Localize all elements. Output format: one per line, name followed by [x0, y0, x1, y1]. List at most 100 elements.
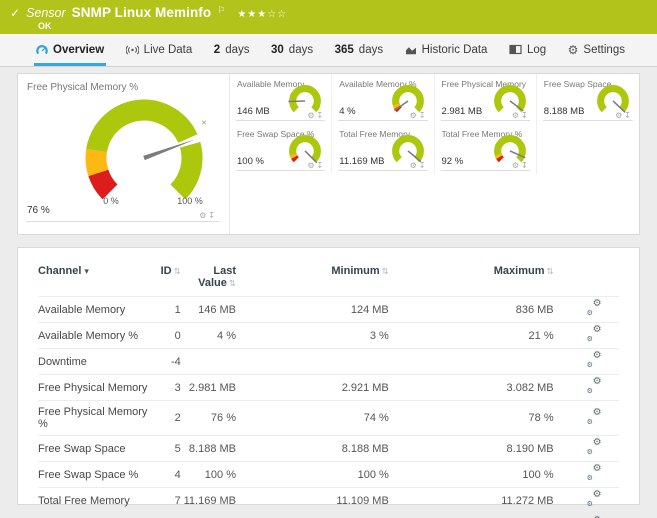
channel-last-value: 4 % [180, 322, 236, 349]
priority-stars[interactable]: ★★★☆☆ [237, 9, 287, 20]
channel-id: 4 [148, 461, 181, 488]
channel-name: Available Memory [38, 296, 149, 323]
download-icon[interactable]: ↧ [317, 161, 326, 170]
divider [338, 170, 428, 171]
channel-gear-icon[interactable]: ⚙ [512, 111, 521, 120]
gauge-needle [288, 100, 306, 103]
channel-name: Free Physical Memory % [38, 400, 149, 436]
channel-last-value [180, 348, 236, 375]
channel-actions-cell: ⚙⚙ [553, 435, 619, 462]
mini-gauge-tile: Total Free Memory 11.169 MB ⚙↧ [332, 124, 435, 174]
column-header-id[interactable]: ID ⇅ [149, 262, 181, 297]
channel-maximum: 11.272 MB [388, 487, 554, 514]
divider [26, 221, 219, 222]
channel-id: 5 [148, 435, 181, 462]
sensor-header: ✓ Sensor SNMP Linux Meminfo ⚐ ★★★☆☆ OK [0, 0, 657, 34]
tab-number: 365 [334, 43, 354, 56]
object-type-label: Sensor [26, 6, 66, 20]
channel-settings-icon[interactable]: ⚙ ⚙ [587, 298, 602, 317]
channel-gear-icon[interactable]: ⚙ [199, 211, 208, 220]
download-icon[interactable]: ↧ [419, 161, 428, 170]
channel-name: Free Swap Space % [38, 461, 149, 488]
channel-last-value: 8.188 MB [180, 435, 236, 462]
channel-actions-cell: ⚙⚙ [553, 374, 619, 401]
channel-maximum: 93 % [388, 513, 554, 518]
column-header-minimum[interactable]: Minimum ⇅ [236, 262, 389, 297]
channel-name: Total Free Memory % [38, 513, 149, 518]
channel-actions-cell: ⚙⚙ [553, 487, 619, 514]
tab-2-days[interactable]: 2 days [212, 34, 252, 66]
tab-settings[interactable]: ⚙ Settings [566, 34, 627, 66]
download-icon[interactable]: ↧ [521, 111, 530, 120]
flag-icon[interactable]: ⚐ [217, 5, 225, 16]
tab-historic-data[interactable]: Historic Data [403, 34, 490, 66]
tab-label: Overview [53, 43, 105, 56]
channel-last-value: 2.981 MB [180, 374, 236, 401]
channel-id: 2 [148, 400, 181, 436]
column-header-channel[interactable]: Channel ▾ [38, 262, 149, 297]
table-row: Free Swap Space % 4 100 % 100 % 100 % ⚙ ⚙ [38, 461, 619, 488]
sort-icon: ⇅ [381, 266, 389, 276]
channel-actions-cell: ⚙⚙ [553, 296, 619, 323]
channel-settings-icon[interactable]: ⚙ ⚙ [587, 376, 602, 395]
channel-id: 1 [148, 296, 181, 323]
tab-live-data[interactable]: Live Data [124, 34, 195, 66]
mini-gauge-grid: Available Memory 146 MB ⚙↧ Available Mem… [230, 74, 639, 234]
divider [338, 120, 428, 121]
gear-icon: ⚙ [567, 42, 579, 57]
tab-log[interactable]: Log [507, 34, 548, 66]
tab-365-days[interactable]: 365 days [333, 34, 385, 66]
main-gauge-value: 76 % [27, 205, 50, 216]
table-row: Total Free Memory % 6 92 % 92 % 93 % ⚙⚙ [38, 513, 619, 518]
channel-settings-icon[interactable]: ⚙ ⚙ [587, 437, 602, 456]
channel-name: Total Free Memory [38, 487, 149, 514]
tab-overview[interactable]: Overview [34, 34, 107, 66]
channel-gear-icon[interactable]: ⚙ [512, 161, 521, 170]
channel-settings-icon[interactable]: ⚙ ⚙ [587, 407, 602, 426]
mini-gauge-value: 11.169 MB [339, 156, 385, 167]
tab-label: days [225, 43, 250, 56]
channel-settings-icon[interactable]: ⚙ ⚙ [587, 463, 602, 482]
gauge-segment-yellow [85, 148, 109, 177]
tile-actions: ⚙↧ [410, 111, 428, 120]
gauge-segment-green [170, 141, 203, 200]
channel-settings-icon[interactable]: ⚙ ⚙ [587, 489, 602, 508]
mini-gauge-tile: Total Free Memory % 92 % ⚙↧ [435, 124, 537, 174]
column-header-actions [554, 262, 619, 297]
table-row: Total Free Memory 7 11.169 MB 11.109 MB … [38, 487, 619, 514]
download-icon[interactable]: ↧ [208, 211, 217, 220]
gauge-segment-yellow [392, 103, 400, 109]
column-header-maximum[interactable]: Maximum ⇅ [389, 262, 554, 297]
download-icon[interactable]: ↧ [521, 161, 530, 170]
channel-settings-icon[interactable]: ⚙ ⚙ [587, 324, 602, 343]
channel-id: 0 [148, 322, 181, 349]
channel-minimum: 124 MB [236, 296, 389, 323]
channel-gear-icon[interactable]: ⚙ [307, 161, 316, 170]
channel-gear-icon[interactable]: ⚙ [307, 111, 316, 120]
gauge-segment-yellow [290, 153, 298, 159]
divider [440, 170, 530, 171]
tile-actions: ⚙↧ [307, 161, 325, 170]
channel-id: 6 [148, 513, 181, 518]
channel-gear-icon[interactable]: ⚙ [410, 111, 419, 120]
channel-gear-icon[interactable]: ⚙ [615, 111, 624, 120]
channel-name: Free Physical Memory [38, 374, 149, 401]
tile-actions: ⚙↧ [512, 111, 530, 120]
signal-icon [125, 44, 139, 55]
channel-gear-icon[interactable]: ⚙ [410, 161, 419, 170]
channel-settings-icon[interactable]: ⚙ ⚙ [587, 350, 602, 369]
channel-maximum: 3.082 MB [388, 374, 554, 401]
channel-actions-cell: ⚙⚙ [553, 513, 619, 518]
tab-label: Live Data [143, 43, 193, 56]
download-icon[interactable]: ↧ [419, 111, 428, 120]
gauge-segment-red [291, 155, 300, 163]
mini-gauge-tile: Available Memory 146 MB ⚙↧ [230, 74, 333, 124]
overview-panel: Free Physical Memory % ✕ 0 % 100 % 76 % … [17, 73, 640, 235]
mini-gauge-tile: Free Physical Memory 2.981 MB ⚙↧ [435, 74, 537, 124]
channel-name: Available Memory % [38, 322, 149, 349]
column-header-last-value[interactable]: Last Value ⇅ [181, 262, 236, 297]
channel-minimum: 74 % [236, 400, 389, 436]
download-icon[interactable]: ↧ [624, 111, 633, 120]
tab-30-days[interactable]: 30 days [269, 34, 315, 66]
download-icon[interactable]: ↧ [317, 111, 326, 120]
